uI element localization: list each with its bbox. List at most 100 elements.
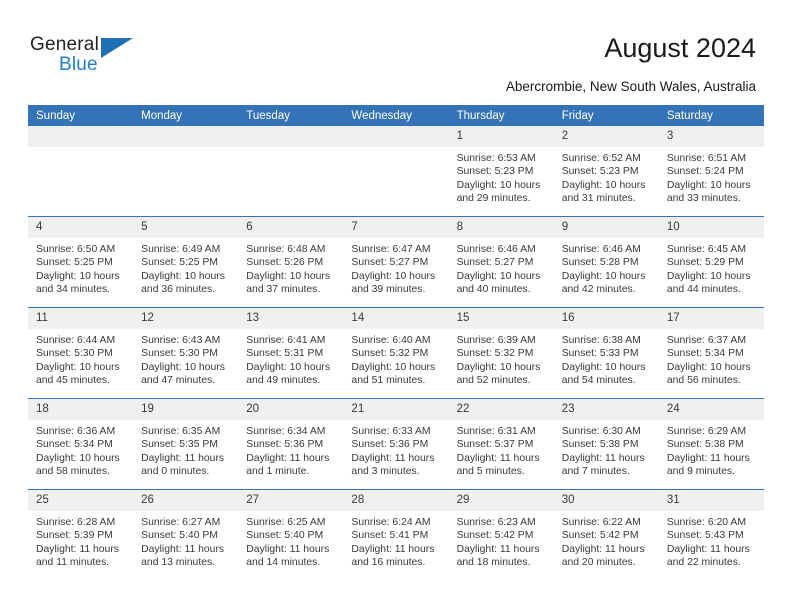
calendar-day-cell[interactable]: 11 Sunrise: 6:44 AM Sunset: 5:30 PM Dayligh… — [28, 307, 134, 399]
sunrise-text: Sunrise: 6:51 AM — [666, 153, 746, 164]
calendar-day-cell[interactable]: 20 Sunrise: 6:34 AM Sunset: 5:36 PM Dayligh… — [238, 398, 344, 490]
calendar-day-cell[interactable]: 19 Sunrise: 6:35 AM Sunset: 5:35 PM Dayligh… — [133, 398, 239, 490]
daylight-text-line1: Daylight: 10 hours — [36, 452, 120, 464]
calendar-day-cell[interactable]: 6 Sunrise: 6:48 AM Sunset: 5:26 PM Daylight… — [238, 216, 344, 308]
calendar-day-cell[interactable]: 29 Sunrise: 6:23 AM Sunset: 5:42 PM Dayligh… — [448, 489, 554, 580]
calendar-day-cell[interactable]: 7 Sunrise: 6:47 AM Sunset: 5:27 PM Daylight… — [343, 216, 449, 308]
daylight-text-line1: Daylight: 11 hours — [561, 452, 645, 464]
sunrise-text: Sunrise: 6:35 AM — [141, 426, 221, 437]
calendar-day-cell[interactable]: 26 Sunrise: 6:27 AM Sunset: 5:40 PM Dayligh… — [133, 489, 239, 580]
calendar-day-cell[interactable]: 25 Sunrise: 6:28 AM Sunset: 5:39 PM Dayligh… — [28, 489, 134, 580]
sunset-text: Sunset: 5:36 PM — [246, 439, 324, 451]
sunset-text: Sunset: 5:28 PM — [561, 257, 639, 269]
daylight-text-line2: and 36 minutes. — [141, 284, 216, 296]
day-number: 6 — [238, 217, 344, 238]
sunrise-text: Sunrise: 6:22 AM — [561, 517, 641, 528]
calendar-day-cell[interactable]: 28 Sunrise: 6:24 AM Sunset: 5:41 PM Dayligh… — [343, 489, 449, 580]
weekday-header-monday: Monday — [133, 105, 239, 126]
daylight-text-line1: Daylight: 11 hours — [666, 452, 750, 464]
calendar-day-cell[interactable]: 13 Sunrise: 6:41 AM Sunset: 5:31 PM Dayligh… — [238, 307, 344, 399]
daylight-text-line2: and 31 minutes. — [561, 193, 636, 205]
calendar-day-cell[interactable]: 9 Sunrise: 6:46 AM Sunset: 5:28 PM Daylight… — [553, 216, 659, 308]
calendar-day-cell[interactable]: 24 Sunrise: 6:29 AM Sunset: 5:38 PM Dayligh… — [658, 398, 764, 490]
sunrise-text: Sunrise: 6:39 AM — [456, 335, 536, 346]
sunset-text: Sunset: 5:38 PM — [561, 439, 639, 451]
day-sun-info: Sunrise: 6:30 AM Sunset: 5:38 PM Daylight:… — [554, 420, 659, 479]
daylight-text-line1: Daylight: 11 hours — [351, 452, 435, 464]
daylight-text-line2: and 22 minutes. — [666, 557, 741, 569]
calendar-day-cell[interactable]: 3 Sunrise: 6:51 AM Sunset: 5:24 PM Daylight… — [658, 126, 764, 217]
sunrise-text: Sunrise: 6:29 AM — [666, 426, 746, 437]
day-sun-info: Sunrise: 6:35 AM Sunset: 5:35 PM Daylight:… — [133, 420, 238, 479]
daylight-text-line1: Daylight: 11 hours — [666, 543, 750, 555]
daylight-text-line1: Daylight: 10 hours — [456, 179, 541, 191]
day-sun-info: Sunrise: 6:25 AM Sunset: 5:40 PM Daylight:… — [238, 511, 343, 570]
sunrise-text: Sunrise: 6:46 AM — [456, 244, 536, 255]
calendar-day-cell[interactable]: 10 Sunrise: 6:45 AM Sunset: 5:29 PM Dayligh… — [658, 216, 764, 308]
day-number: 16 — [553, 308, 659, 329]
calendar-week-row: 25 Sunrise: 6:28 AM Sunset: 5:39 PM Dayligh… — [28, 489, 764, 580]
calendar-day-cell[interactable]: 4 Sunrise: 6:50 AM Sunset: 5:25 PM Daylight… — [28, 216, 134, 308]
calendar-day-cell[interactable] — [133, 126, 239, 217]
calendar-day-cell[interactable]: 5 Sunrise: 6:49 AM Sunset: 5:25 PM Daylight… — [133, 216, 239, 308]
sunrise-text: Sunrise: 6:37 AM — [666, 335, 746, 346]
day-number: 10 — [658, 217, 764, 238]
sunrise-text: Sunrise: 6:53 AM — [456, 153, 536, 164]
calendar-table: Sunday Monday Tuesday Wednesday Thursday… — [28, 105, 764, 580]
calendar-day-cell[interactable]: 30 Sunrise: 6:22 AM Sunset: 5:42 PM Dayligh… — [553, 489, 659, 580]
daylight-text-line2: and 39 minutes. — [351, 284, 426, 296]
sunrise-text: Sunrise: 6:27 AM — [141, 517, 221, 528]
calendar-day-cell[interactable]: 15 Sunrise: 6:39 AM Sunset: 5:32 PM Dayligh… — [448, 307, 554, 399]
sunset-text: Sunset: 5:40 PM — [246, 530, 324, 542]
day-sun-info: Sunrise: 6:36 AM Sunset: 5:34 PM Daylight:… — [28, 420, 133, 479]
calendar-day-cell[interactable] — [28, 126, 134, 217]
daylight-text-line2: and 51 minutes. — [351, 375, 426, 387]
day-number — [343, 126, 449, 147]
day-sun-info: Sunrise: 6:47 AM Sunset: 5:27 PM Daylight:… — [343, 238, 448, 297]
calendar-day-cell[interactable] — [238, 126, 344, 217]
daylight-text-line1: Daylight: 11 hours — [141, 543, 225, 555]
calendar-day-cell[interactable]: 22 Sunrise: 6:31 AM Sunset: 5:37 PM Dayligh… — [448, 398, 554, 490]
sunrise-text: Sunrise: 6:38 AM — [561, 335, 641, 346]
weekday-header-friday: Friday — [553, 105, 659, 126]
daylight-text-line1: Daylight: 10 hours — [561, 361, 646, 373]
calendar-day-cell[interactable]: 31 Sunrise: 6:20 AM Sunset: 5:43 PM Dayligh… — [658, 489, 764, 580]
calendar-day-cell[interactable]: 21 Sunrise: 6:33 AM Sunset: 5:36 PM Dayligh… — [343, 398, 449, 490]
daylight-text-line1: Daylight: 11 hours — [456, 452, 540, 464]
calendar-day-cell[interactable]: 8 Sunrise: 6:46 AM Sunset: 5:27 PM Daylight… — [448, 216, 554, 308]
sunrise-text: Sunrise: 6:25 AM — [246, 517, 326, 528]
day-number: 9 — [553, 217, 659, 238]
daylight-text-line2: and 9 minutes. — [666, 466, 736, 478]
daylight-text-line1: Daylight: 10 hours — [36, 270, 120, 282]
day-sun-info: Sunrise: 6:38 AM Sunset: 5:33 PM Daylight:… — [554, 329, 659, 388]
daylight-text-line1: Daylight: 10 hours — [456, 270, 541, 282]
calendar-day-cell[interactable]: 14 Sunrise: 6:40 AM Sunset: 5:32 PM Dayligh… — [343, 307, 449, 399]
general-blue-logo[interactable]: General Blue — [30, 34, 160, 82]
calendar-day-cell[interactable]: 2 Sunrise: 6:52 AM Sunset: 5:23 PM Daylight… — [553, 126, 659, 217]
sunset-text: Sunset: 5:41 PM — [351, 530, 429, 542]
calendar-day-cell[interactable]: 18 Sunrise: 6:36 AM Sunset: 5:34 PM Dayligh… — [28, 398, 134, 490]
calendar-day-cell[interactable]: 12 Sunrise: 6:43 AM Sunset: 5:30 PM Dayligh… — [133, 307, 239, 399]
daylight-text-line2: and 56 minutes. — [666, 375, 741, 387]
calendar-day-cell[interactable]: 27 Sunrise: 6:25 AM Sunset: 5:40 PM Dayligh… — [238, 489, 344, 580]
sunset-text: Sunset: 5:23 PM — [561, 166, 639, 178]
day-number: 17 — [658, 308, 764, 329]
sunset-text: Sunset: 5:38 PM — [666, 439, 744, 451]
day-number: 19 — [133, 399, 239, 420]
calendar-week-row: 1 Sunrise: 6:53 AM Sunset: 5:23 PM Daylight… — [28, 126, 764, 217]
calendar-day-cell[interactable]: 23 Sunrise: 6:30 AM Sunset: 5:38 PM Dayligh… — [553, 398, 659, 490]
sunrise-text: Sunrise: 6:23 AM — [456, 517, 536, 528]
daylight-text-line2: and 34 minutes. — [36, 284, 110, 296]
calendar-day-cell[interactable] — [343, 126, 449, 217]
calendar-day-cell[interactable]: 17 Sunrise: 6:37 AM Sunset: 5:34 PM Dayligh… — [658, 307, 764, 399]
sunset-text: Sunset: 5:27 PM — [456, 257, 534, 269]
day-sun-info: Sunrise: 6:20 AM Sunset: 5:43 PM Daylight:… — [659, 511, 764, 570]
day-number: 23 — [553, 399, 659, 420]
sunset-text: Sunset: 5:40 PM — [141, 530, 218, 542]
day-sun-info: Sunrise: 6:33 AM Sunset: 5:36 PM Daylight:… — [343, 420, 448, 479]
calendar-day-cell[interactable]: 1 Sunrise: 6:53 AM Sunset: 5:23 PM Daylight… — [448, 126, 554, 217]
day-sun-info: Sunrise: 6:22 AM Sunset: 5:42 PM Daylight:… — [554, 511, 659, 570]
day-number: 18 — [28, 399, 134, 420]
day-sun-info: Sunrise: 6:48 AM Sunset: 5:26 PM Daylight:… — [238, 238, 343, 297]
calendar-day-cell[interactable]: 16 Sunrise: 6:38 AM Sunset: 5:33 PM Dayligh… — [553, 307, 659, 399]
